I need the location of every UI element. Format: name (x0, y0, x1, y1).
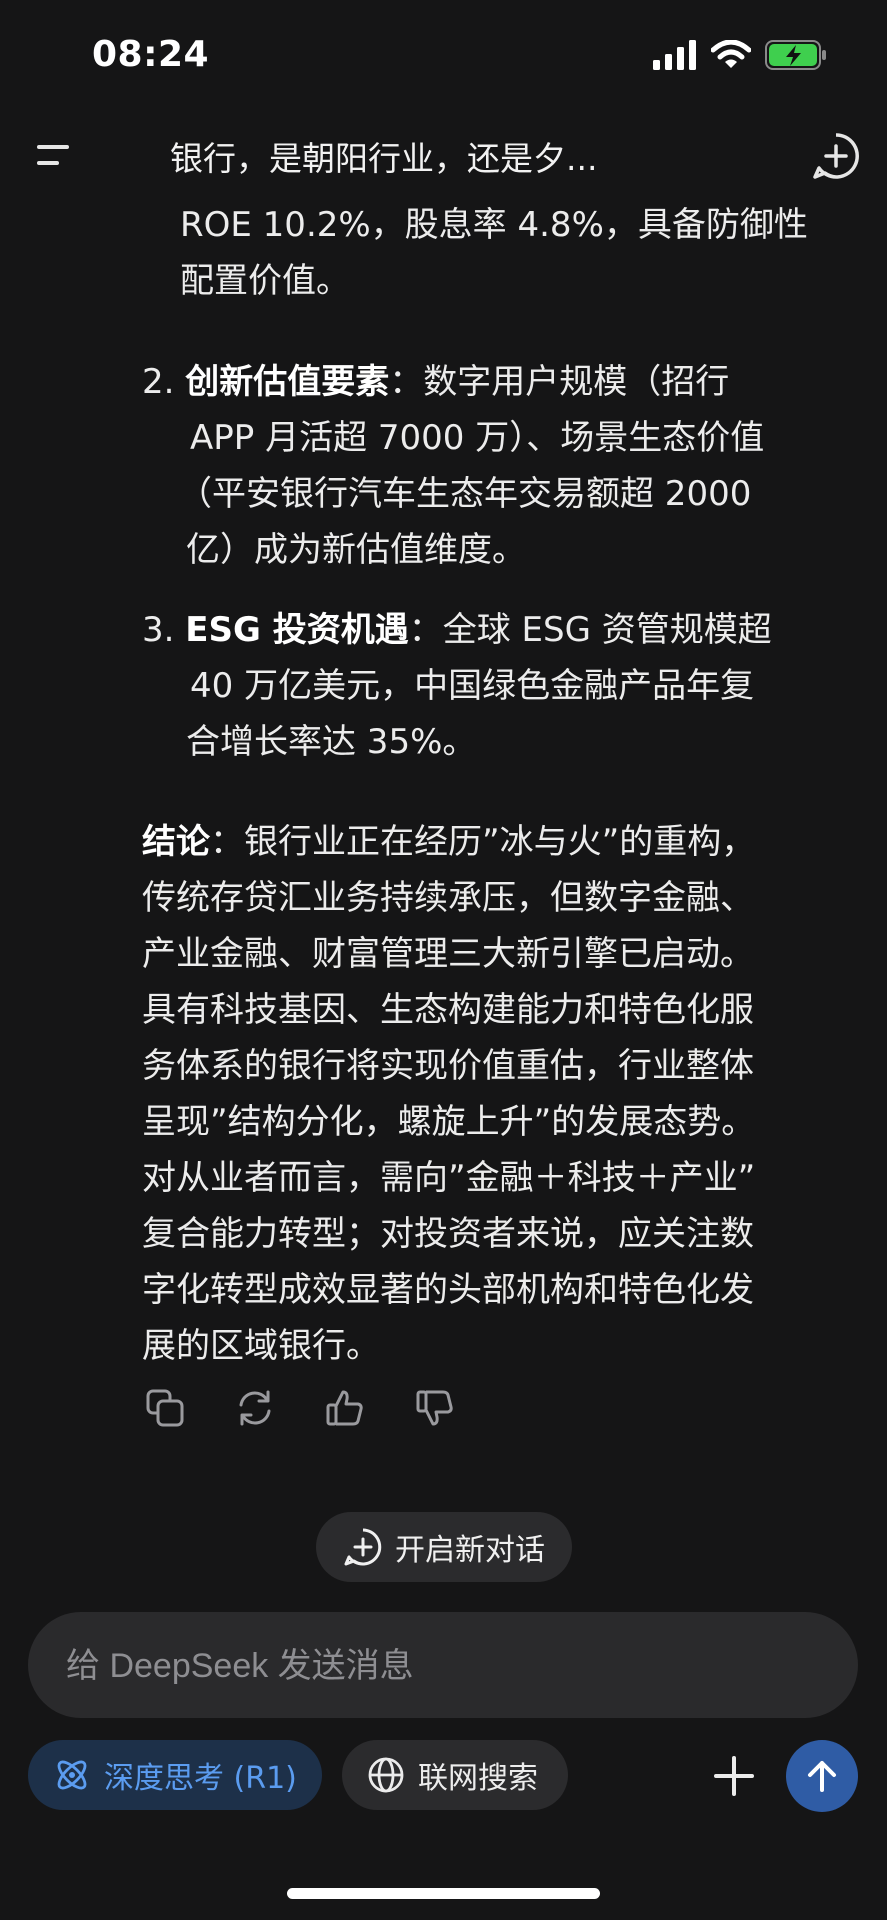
message-line: 务体系的银行将实现价值重估，行业整体 (142, 1046, 754, 1086)
battery-charging-icon (765, 40, 826, 70)
cellular-signal-icon (653, 40, 696, 70)
message-line: 呈现”结构分化，螺旋上升”的发展态势。 (142, 1102, 756, 1142)
status-bar: 08:24 (0, 0, 887, 110)
copy-icon (146, 1389, 184, 1427)
new-dialog-label: 开启新对话 (395, 1533, 545, 1568)
chat-title: 银行，是朝阳行业，还是夕... (170, 139, 598, 178)
thumbs-up-icon (326, 1390, 363, 1426)
message-actions (140, 1383, 460, 1433)
list-item-heading: ESG 投资机遇 (185, 610, 409, 650)
copy-button[interactable] (140, 1383, 190, 1433)
list-item-heading: 创新估值要素 (185, 362, 390, 402)
list-number: 2. (142, 362, 175, 402)
message-line: 配置价值。 (180, 261, 350, 301)
conclusion-heading: 结论 (142, 822, 210, 862)
message-line: 40 万亿美元，中国绿色金融产品年复 (190, 666, 755, 706)
message-line: ：数字用户规模（招行 (389, 362, 730, 402)
message-line: 亿）成为新估值维度。 (186, 530, 526, 570)
home-indicator (287, 1888, 600, 1899)
send-button[interactable] (786, 1740, 858, 1812)
message-line: ROE 10.2%，股息率 4.8%，具备防御性 (180, 205, 808, 245)
message-line: 字化转型成效显著的头部机构和特色化发 (142, 1270, 754, 1310)
chat-plus-icon (344, 1528, 382, 1566)
message-line: 复合能力转型；对投资者来说，应关注数 (142, 1214, 754, 1254)
plus-icon (714, 1756, 754, 1796)
like-button[interactable] (320, 1383, 370, 1433)
new-chat-button[interactable] (808, 128, 864, 184)
message-line: ：全球 ESG 资管规模超 (408, 610, 772, 650)
message-line: 产业金融、财富管理三大新引擎已启动。 (142, 934, 754, 974)
message-input-container (28, 1612, 858, 1718)
globe-icon (368, 1757, 404, 1793)
regenerate-icon (239, 1390, 271, 1426)
list-item-2: 2. 创新估值要素：数字用户规模（招行 (142, 354, 729, 410)
message-line: 对从业者而言，需向”金融＋科技＋产业” (142, 1158, 756, 1198)
chat-plus-icon (813, 133, 859, 179)
new-dialog-button[interactable]: 开启新对话 (316, 1512, 572, 1582)
list-number: 3. (142, 610, 175, 650)
message-line: 合增长率达 35%。 (186, 722, 477, 762)
message-line: APP 月活超 7000 万）、场景生态价值 (190, 418, 765, 458)
message-input[interactable] (64, 1640, 808, 1692)
message-line: （平安银行汽车生态年交易额超 2000 (178, 474, 752, 514)
status-time: 08:24 (92, 34, 210, 75)
regenerate-button[interactable] (230, 1383, 280, 1433)
web-search-label: 联网搜索 (418, 1761, 538, 1796)
message-line: 传统存贷汇业务持续承压，但数字金融、 (142, 878, 754, 918)
message-line: 具有科技基因、生态构建能力和特色化服 (142, 990, 754, 1030)
list-item-3: 3. ESG 投资机遇：全球 ESG 资管规模超 (142, 602, 772, 658)
message-line: 展的区域银行。 (142, 1326, 380, 1366)
attach-button[interactable] (706, 1748, 762, 1804)
status-icons (653, 40, 827, 70)
deep-think-toggle[interactable]: 深度思考 (R1) (28, 1740, 322, 1810)
message-line: ：银行业正在经历”冰与火”的重构， (210, 822, 756, 862)
conclusion-paragraph: 结论：银行业正在经历”冰与火”的重构， (142, 814, 755, 870)
chat-header: 银行，是朝阳行业，还是夕... (0, 120, 887, 200)
web-search-toggle[interactable]: 联网搜索 (342, 1740, 568, 1810)
thumbs-down-icon (416, 1390, 453, 1426)
wifi-icon (711, 40, 751, 68)
menu-button[interactable] (28, 130, 78, 180)
dislike-button[interactable] (410, 1383, 460, 1433)
arrow-up-icon (808, 1761, 836, 1792)
atom-icon (57, 1760, 87, 1790)
deep-think-label: 深度思考 (R1) (104, 1761, 297, 1796)
menu-icon (37, 145, 69, 165)
